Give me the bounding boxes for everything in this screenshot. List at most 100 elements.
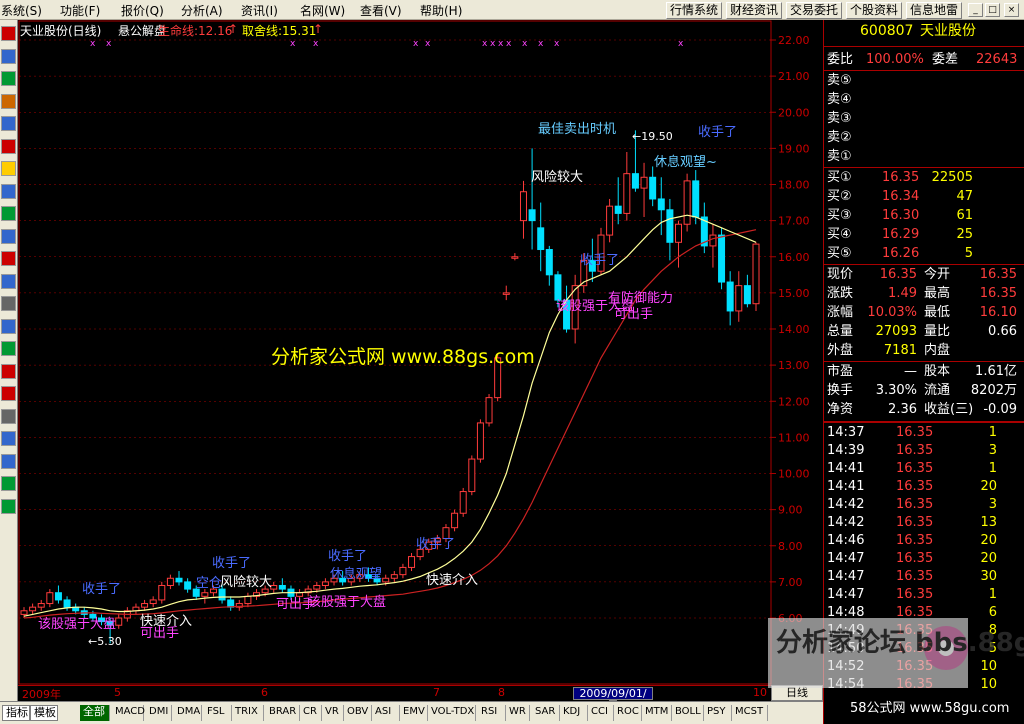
indicator-tab-9[interactable]: CR bbox=[300, 705, 322, 721]
indicator-tab-8[interactable]: BRAR bbox=[266, 705, 300, 721]
tool-icon-19[interactable] bbox=[1, 453, 16, 469]
signal-marker: x bbox=[678, 39, 684, 49]
tick-time: 14:47 bbox=[827, 551, 865, 566]
tool-icon-6[interactable] bbox=[1, 161, 16, 176]
candle bbox=[537, 202, 545, 272]
tool-icon-11[interactable] bbox=[1, 273, 16, 289]
menu-item-5[interactable]: 名网(W) bbox=[300, 2, 345, 19]
x-tick-label: 5 bbox=[114, 686, 121, 699]
window-max-button[interactable]: □ bbox=[985, 3, 1000, 17]
tick-row: 14:37 16.35 1 bbox=[824, 424, 1024, 442]
toolbar-button-0[interactable]: 行情系统 bbox=[666, 2, 723, 19]
indicator-tab-22[interactable]: BOLL bbox=[672, 705, 704, 721]
tick-volume: 1 bbox=[988, 461, 997, 476]
indicator-tab-21[interactable]: MTM bbox=[642, 705, 672, 721]
menu-item-0[interactable]: 系统(S) bbox=[1, 2, 42, 19]
indicator-tab-12[interactable]: ASI bbox=[372, 705, 400, 721]
stat-label: 换手 bbox=[827, 383, 854, 398]
window-close-button[interactable]: × bbox=[1004, 3, 1019, 17]
stat-value: 16.35 bbox=[979, 286, 1017, 301]
candle bbox=[29, 603, 37, 615]
tool-icon-14[interactable] bbox=[1, 341, 16, 356]
sell-level-label: 卖④ bbox=[827, 92, 852, 107]
tool-icon-0[interactable] bbox=[1, 26, 16, 41]
indicator-tab-19[interactable]: CCI bbox=[588, 705, 614, 721]
tool-icon-2[interactable] bbox=[1, 71, 16, 86]
sell-level-label: 卖③ bbox=[827, 111, 852, 126]
tool-icon-21[interactable] bbox=[1, 498, 16, 514]
signal-label: 该股强于大盘 bbox=[308, 595, 387, 610]
tool-icon-3[interactable] bbox=[1, 93, 16, 109]
tool-icon-15[interactable] bbox=[1, 363, 16, 379]
tool-icon-5[interactable] bbox=[1, 138, 16, 154]
indicator-tab-14[interactable]: VOL-TDX bbox=[428, 705, 476, 721]
tick-volume: 20 bbox=[980, 533, 997, 548]
indicator-tab-15[interactable]: RSI bbox=[478, 705, 506, 721]
candle bbox=[321, 578, 329, 590]
tool-icon-4[interactable] bbox=[1, 116, 16, 131]
indicator-tab-16[interactable]: WR bbox=[506, 705, 530, 721]
tool-icon-8[interactable] bbox=[1, 206, 16, 221]
indicator-tab-5[interactable]: DMA bbox=[174, 705, 202, 721]
menu-bar: 系统(S) 功能(F) 报价(Q) 分析(A) 资讯(I) 名网(W) 查看(V) 帮助(H)… bbox=[0, 0, 1024, 20]
tool-icon-9[interactable] bbox=[1, 228, 16, 244]
candle bbox=[511, 253, 519, 261]
tick-row: 14:42 16.35 3 bbox=[824, 496, 1024, 514]
stat-label: 涨跌 bbox=[827, 286, 854, 301]
menu-item-2[interactable]: 报价(Q) bbox=[121, 2, 164, 19]
toolbar-button-1[interactable]: 财经资讯 bbox=[726, 2, 783, 19]
candle bbox=[201, 589, 209, 604]
fundamental-row: 净资 2.36 收益(三) -0.09 bbox=[824, 401, 1024, 419]
signal-marker: x bbox=[522, 39, 528, 49]
indicator-tab-2[interactable]: 全部 bbox=[80, 705, 110, 721]
stat-label: 流通 bbox=[924, 383, 951, 398]
signal-marker: x bbox=[413, 39, 419, 49]
indicator-tab-6[interactable]: FSL bbox=[204, 705, 232, 721]
toolbar-button-2[interactable]: 交易委托 bbox=[786, 2, 843, 19]
y-tick-label: 7.00 bbox=[778, 576, 803, 589]
menu-item-3[interactable]: 分析(A) bbox=[181, 2, 223, 19]
indicator-tab-3[interactable]: MACD bbox=[112, 705, 145, 721]
stock-title: 天业股份(日线) bbox=[20, 24, 102, 38]
window-min-button[interactable]: _ bbox=[968, 3, 983, 17]
tool-icon-20[interactable] bbox=[1, 476, 16, 491]
stat-value: 0.66 bbox=[988, 324, 1017, 339]
indicator-tab-0[interactable]: 指标 bbox=[2, 705, 30, 721]
menu-item-6[interactable]: 查看(V) bbox=[360, 2, 402, 19]
tick-row: 14:47 16.35 30 bbox=[824, 568, 1024, 586]
toolbar-button-4[interactable]: 信息地雷 bbox=[906, 2, 963, 19]
x-tick-label: 8 bbox=[498, 686, 505, 699]
indicator-tab-1[interactable]: 模板 bbox=[30, 705, 58, 721]
indicator-tab-7[interactable]: TRIX bbox=[232, 705, 264, 721]
wei-bi-value: 100.00% bbox=[866, 52, 924, 67]
toolbar-button-3[interactable]: 个股资料 bbox=[846, 2, 903, 19]
indicator-tab-10[interactable]: VR bbox=[322, 705, 344, 721]
signal-marker: x bbox=[506, 39, 512, 49]
menu-item-1[interactable]: 功能(F) bbox=[60, 2, 100, 19]
menu-item-4[interactable]: 资讯(I) bbox=[241, 2, 278, 19]
tool-icon-1[interactable] bbox=[1, 48, 16, 64]
indicator-tab-20[interactable]: ROC bbox=[614, 705, 642, 721]
indicator-tab-13[interactable]: EMV bbox=[400, 705, 428, 721]
indicator-tab-23[interactable]: PSY bbox=[704, 705, 732, 721]
kline-chart[interactable]: 22.00 21.00 20.00 19.00 18.00 17.00 16.00 15.00… bbox=[18, 20, 823, 685]
quote-stat-row: 涨幅 10.03% 最低 16.10 bbox=[824, 304, 1024, 322]
signal-label: 休息观望 bbox=[330, 567, 383, 582]
indicator-tab-18[interactable]: KDJ bbox=[560, 705, 588, 721]
indicator-tab-24[interactable]: MCST bbox=[732, 705, 768, 721]
tool-icon-18[interactable] bbox=[1, 431, 16, 446]
indicator-tab-4[interactable]: DMI bbox=[146, 705, 172, 721]
tool-icon-12[interactable] bbox=[1, 296, 16, 311]
candle bbox=[37, 599, 45, 611]
tool-icon-17[interactable] bbox=[1, 408, 16, 424]
stat-value: 1.49 bbox=[888, 286, 917, 301]
signal-marker: x bbox=[554, 39, 560, 49]
indicator-tab-11[interactable]: OBV bbox=[344, 705, 372, 721]
menu-item-7[interactable]: 帮助(H) bbox=[420, 2, 462, 19]
tool-icon-10[interactable] bbox=[1, 251, 16, 266]
quote-header: 600807 天业股份 bbox=[824, 22, 1024, 44]
indicator-tab-17[interactable]: SAR bbox=[532, 705, 560, 721]
tool-icon-7[interactable] bbox=[1, 183, 16, 199]
tool-icon-13[interactable] bbox=[1, 318, 16, 334]
tool-icon-16[interactable] bbox=[1, 386, 16, 401]
